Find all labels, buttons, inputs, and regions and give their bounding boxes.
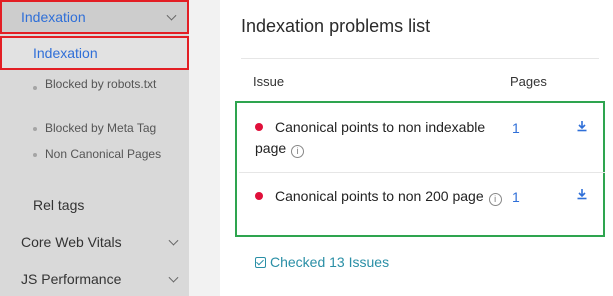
chevron-down-icon [166,10,177,21]
issue-label: Canonical points to non indexable page [255,119,486,156]
page-title: Indexation problems list [241,16,431,36]
divider [241,58,599,59]
indexation-problems-panel: Indexation problems list Issue Pages Can… [220,0,613,296]
bullet-icon [33,127,37,131]
issue-text: Canonical points to non 200 page i [255,186,505,207]
checkbox-checked-icon [255,256,266,268]
sidebar-subitem-label: Indexation [33,45,98,61]
sidebar-subitem-blocked-meta[interactable]: Blocked by Meta Tag [0,120,189,138]
download-icon[interactable] [576,120,588,132]
sidebar-item-label: JS Performance [21,271,122,287]
info-icon[interactable]: i [291,145,305,158]
column-header-issue: Issue [253,74,285,89]
sidebar-subitem-blocked-robots[interactable]: Blocked by robots.txt [0,76,189,112]
sidebar-item-label: Indexation [21,9,86,25]
sidebar-item-indexation[interactable]: Indexation [0,0,189,34]
sidebar-subitem-label: Blocked by Meta Tag [45,121,157,135]
sidebar-item-rel-tags[interactable]: Rel tags [0,188,189,222]
bullet-icon [33,153,37,157]
pages-count-link[interactable]: 1 [512,189,520,205]
sidebar-item-label: Core Web Vitals [21,234,122,250]
download-icon[interactable] [576,188,588,200]
sidebar-subitem-label: Non Canonical Pages [45,147,162,161]
issue-label: Canonical points to non 200 page [275,188,484,204]
sidebar-subitem-non-canonical[interactable]: Non Canonical Pages [0,146,189,182]
content-gutter [189,0,220,296]
issue-text: Canonical points to non indexable page i [255,117,505,159]
checked-issues-label: Checked 13 Issues [270,254,390,270]
column-header-pages: Pages [510,74,547,89]
issues-table: Canonical points to non indexable page i … [235,101,605,237]
checked-issues-link[interactable]: Checked 13 Issues [255,254,389,270]
sidebar-subitem-label: Blocked by robots.txt [45,77,157,91]
info-icon[interactable]: i [488,193,502,206]
pages-count-link[interactable]: 1 [512,120,520,136]
bullet-icon [33,86,37,90]
sidebar-item-core-web-vitals[interactable]: Core Web Vitals [0,225,189,259]
sidebar-item-label: Rel tags [33,197,85,213]
table-row: Canonical points to non indexable page i … [239,103,605,173]
chevron-down-icon [168,235,179,246]
sidebar-subitem-indexation[interactable]: Indexation [0,36,189,70]
table-row: Canonical points to non 200 page i 1 [239,173,605,235]
chevron-down-icon [168,272,179,283]
sidebar: Indexation Indexation Blocked by robots.… [0,0,189,296]
sidebar-item-js-performance[interactable]: JS Performance [0,262,189,296]
